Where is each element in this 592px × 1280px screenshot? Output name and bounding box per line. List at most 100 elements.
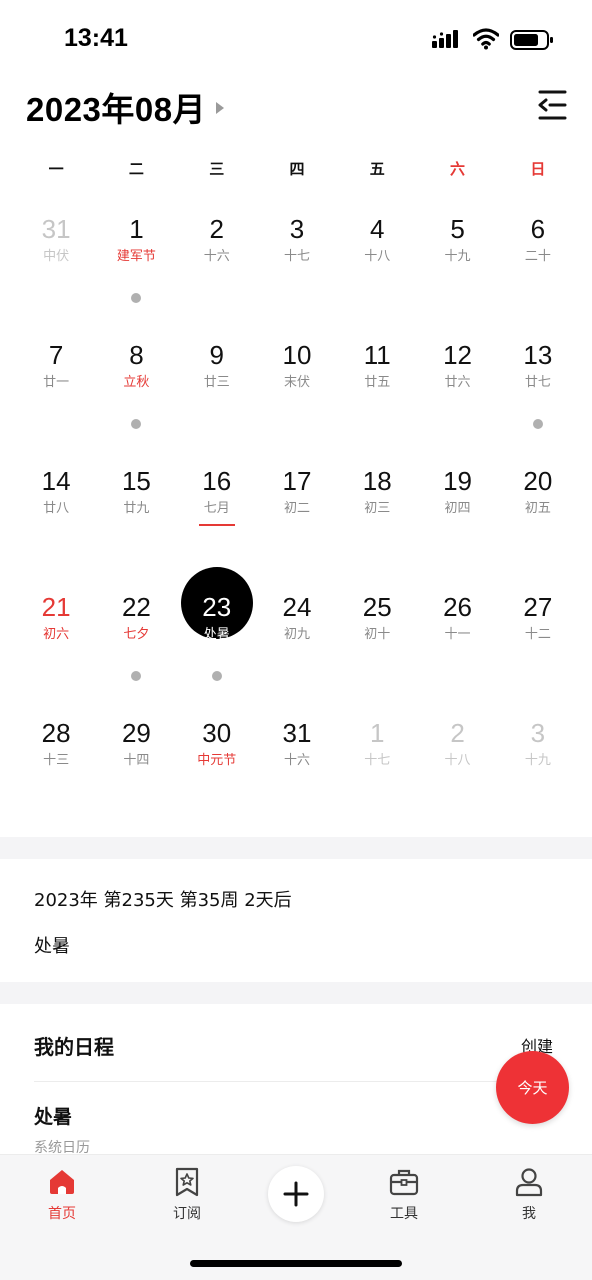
day-number: 10: [282, 340, 312, 370]
lunar-label: 十七: [364, 753, 391, 768]
caret-right-icon: [216, 102, 225, 114]
status-time: 13:41: [64, 24, 128, 52]
day-number: 4: [370, 214, 385, 244]
home-indicator: [190, 1260, 402, 1267]
day-cell[interactable]: 26 十一: [417, 584, 497, 710]
today-button[interactable]: 今天: [496, 1051, 569, 1124]
tab-label: 订阅: [173, 1206, 201, 1222]
schedule-title: 我的日程: [34, 1035, 114, 1059]
day-cell[interactable]: 2 十八: [417, 710, 497, 836]
day-cell[interactable]: 18 初三: [337, 458, 417, 584]
lunar-label: 十八: [364, 249, 391, 264]
day-cell[interactable]: 27 十二: [498, 584, 578, 710]
lunar-label: 立秋: [123, 375, 150, 390]
tab-tools[interactable]: 工具: [364, 1167, 444, 1223]
day-cell[interactable]: 9 廿三: [177, 332, 257, 458]
day-cell[interactable]: 28 十三: [16, 710, 96, 836]
day-cell[interactable]: 19 初四: [417, 458, 497, 584]
week-row: 31 中伏 1 建军节 2 十六 3 十七 4 十八 5 十九 6 二十: [16, 206, 578, 332]
event-dot: [131, 671, 142, 681]
weekday-thu: 四: [289, 160, 305, 178]
day-cell[interactable]: 17 初二: [257, 458, 337, 584]
weekday-header: 一 二 三 四 五 六 日: [16, 158, 578, 186]
event-dot: [131, 293, 142, 303]
day-cell[interactable]: 11 廿五: [337, 332, 417, 458]
person-icon: [515, 1168, 543, 1197]
day-cell[interactable]: 25 初十: [337, 584, 417, 710]
day-cell[interactable]: 31 十六: [257, 710, 337, 836]
lunar-label: 初五: [524, 501, 551, 516]
day-cell[interactable]: 3 十九: [498, 710, 578, 836]
day-number: 30: [202, 718, 232, 748]
day-cell[interactable]: 29 十四: [96, 710, 176, 836]
lunar-label: 初三: [364, 501, 391, 516]
week-row: 21 初六 22 七夕 23 处暑 24 初九 25 初十 26 十一 27 十二: [16, 567, 578, 710]
status-bar: 13:41: [0, 0, 592, 78]
lunar-label: 中元节: [197, 753, 237, 768]
lunar-label: 廿一: [43, 375, 70, 390]
lunar-label: 初九: [283, 627, 310, 642]
lunar-label: 处暑: [203, 627, 230, 642]
lunar-label: 廿七: [524, 375, 551, 390]
tab-me[interactable]: 我: [489, 1167, 569, 1223]
day-cell[interactable]: 31 中伏: [16, 206, 96, 332]
lunar-label: 十二: [524, 627, 551, 642]
battery-icon: [510, 30, 553, 50]
day-number: 25: [362, 592, 392, 622]
day-cell[interactable]: 15 廿九: [96, 458, 176, 584]
day-cell[interactable]: 8 立秋: [96, 332, 176, 458]
day-number: 31: [282, 718, 312, 748]
day-cell[interactable]: 1 建军节: [96, 206, 176, 332]
day-number: 18: [362, 466, 392, 496]
collapse-menu-icon[interactable]: [536, 88, 568, 122]
day-cell[interactable]: 5 十九: [417, 206, 497, 332]
day-number: 26: [443, 592, 472, 622]
event-title[interactable]: 处暑: [34, 1102, 72, 1129]
tab-subscribe[interactable]: 订阅: [147, 1167, 227, 1223]
tab-label: 工具: [390, 1206, 418, 1222]
month-selector[interactable]: 2023年08月: [26, 85, 225, 129]
add-button[interactable]: [268, 1166, 324, 1222]
day-cell[interactable]: 2 十六: [177, 206, 257, 332]
weekday-wed: 三: [209, 160, 225, 178]
lunar-label: 廿六: [444, 375, 471, 390]
day-cell[interactable]: 6 二十: [498, 206, 578, 332]
day-number: 19: [443, 466, 472, 496]
day-cell[interactable]: 20 初五: [498, 458, 578, 584]
weekday-fri: 五: [369, 160, 385, 178]
day-number: 3: [289, 214, 305, 244]
weekday-mon: 一: [48, 160, 64, 178]
day-number: 17: [282, 466, 312, 496]
wifi-icon: [473, 28, 499, 50]
day-number: 20: [523, 466, 553, 496]
day-cell[interactable]: 21 初六: [16, 584, 96, 710]
lunar-label: 七月: [203, 501, 230, 516]
day-cell[interactable]: 10 末伏: [257, 332, 337, 458]
day-cell[interactable]: 14 廿八: [16, 458, 96, 584]
day-number: 21: [41, 592, 71, 622]
weekday-tue: 二: [128, 160, 144, 178]
lunar-label: 十八: [444, 753, 471, 768]
day-cell[interactable]: 12 廿六: [417, 332, 497, 458]
day-cell[interactable]: 22 七夕: [96, 584, 176, 710]
day-cell[interactable]: 4 十八: [337, 206, 417, 332]
lunar-label: 十一: [444, 627, 471, 642]
lunar-label: 初四: [444, 501, 471, 516]
lunar-label: 廿五: [364, 375, 391, 390]
day-cell-selected[interactable]: 23 处暑: [177, 567, 257, 710]
day-cell[interactable]: 30 中元节: [177, 710, 257, 836]
event-dot: [131, 419, 142, 429]
lunar-label: 初六: [43, 627, 70, 642]
tab-home[interactable]: 首页: [22, 1167, 102, 1223]
day-cell[interactable]: 16 七月: [177, 458, 257, 584]
day-cell[interactable]: 7 廿一: [16, 332, 96, 458]
section-divider: [0, 982, 592, 1004]
day-number: 13: [523, 340, 553, 370]
day-cell[interactable]: 3 十七: [257, 206, 337, 332]
day-number: 14: [41, 466, 71, 496]
day-cell[interactable]: 1 十七: [337, 710, 417, 836]
week-row: 14 廿八 15 廿九 16 七月 17 初二 18 初三 19 初四 20 初五: [16, 458, 578, 584]
week-row: 7 廿一 8 立秋 9 廿三 10 末伏 11 廿五 12 廿六 13 廿七: [16, 332, 578, 458]
day-cell[interactable]: 24 初九: [257, 584, 337, 710]
day-cell[interactable]: 13 廿七: [498, 332, 578, 458]
